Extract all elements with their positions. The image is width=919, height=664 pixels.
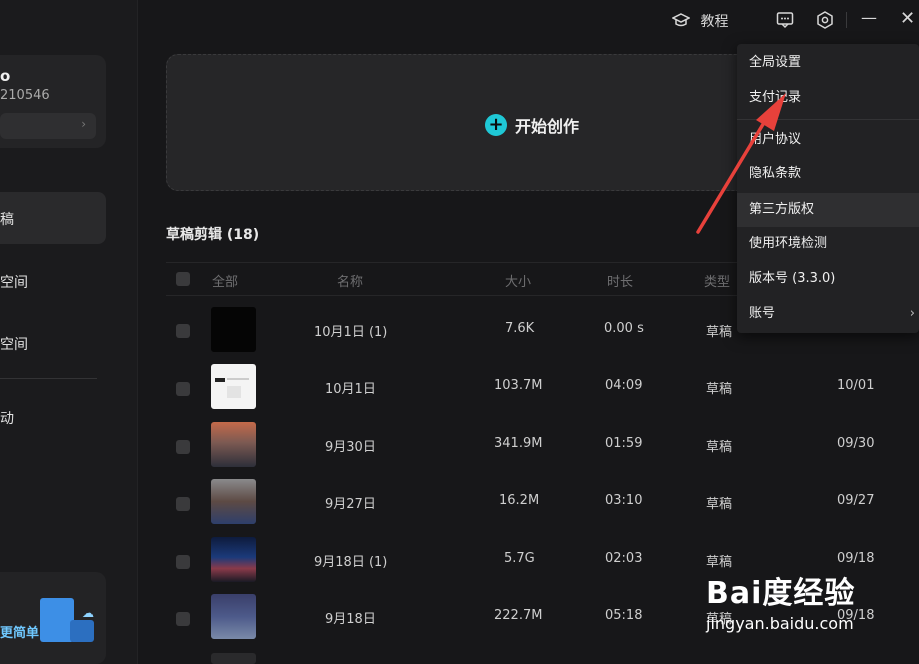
baidu-watermark: Bai度经验 jingyan.baidu.com — [706, 568, 855, 633]
watermark-url: jingyan.baidu.com — [706, 614, 854, 633]
watermark-logo: Bai度经验 — [706, 576, 856, 611]
annotation-arrow-icon — [696, 93, 786, 234]
